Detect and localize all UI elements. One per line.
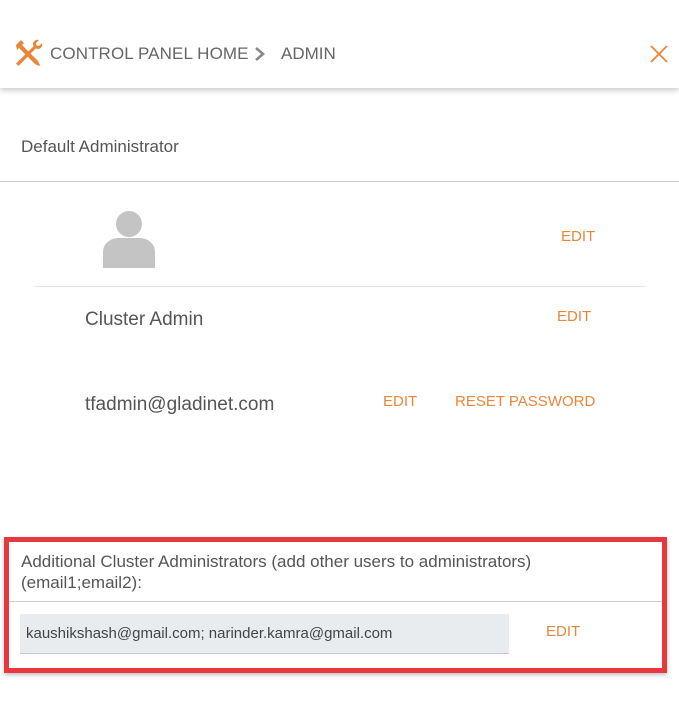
tools-icon	[16, 39, 43, 66]
breadcrumb-current: ADMIN	[281, 44, 336, 63]
reset-password-button[interactable]: RESET PASSWORD	[455, 393, 595, 410]
additional-admins-label: Additional Cluster Administrators (add o…	[21, 552, 532, 592]
additional-edit-button[interactable]: EDIT	[546, 623, 580, 640]
admin-email: tfadmin@gladinet.com	[85, 394, 275, 415]
avatar-edit-button[interactable]: EDIT	[561, 228, 595, 245]
breadcrumb-home[interactable]: CONTROL PANEL HOME	[50, 44, 249, 64]
chevron-right-icon	[255, 47, 265, 61]
row-divider	[34, 286, 646, 287]
section-title: Default Administrator	[21, 137, 179, 156]
name-edit-button[interactable]: EDIT	[557, 308, 591, 325]
additional-admins-input[interactable]	[20, 614, 509, 654]
admin-name: Cluster Admin	[85, 309, 204, 330]
section-divider	[0, 181, 679, 182]
email-edit-button[interactable]: EDIT	[383, 393, 417, 410]
additional-divider	[9, 601, 662, 602]
close-icon[interactable]	[649, 44, 669, 64]
header-bar: CONTROL PANEL HOME ADMIN	[0, 0, 679, 88]
user-avatar-icon	[103, 211, 155, 268]
